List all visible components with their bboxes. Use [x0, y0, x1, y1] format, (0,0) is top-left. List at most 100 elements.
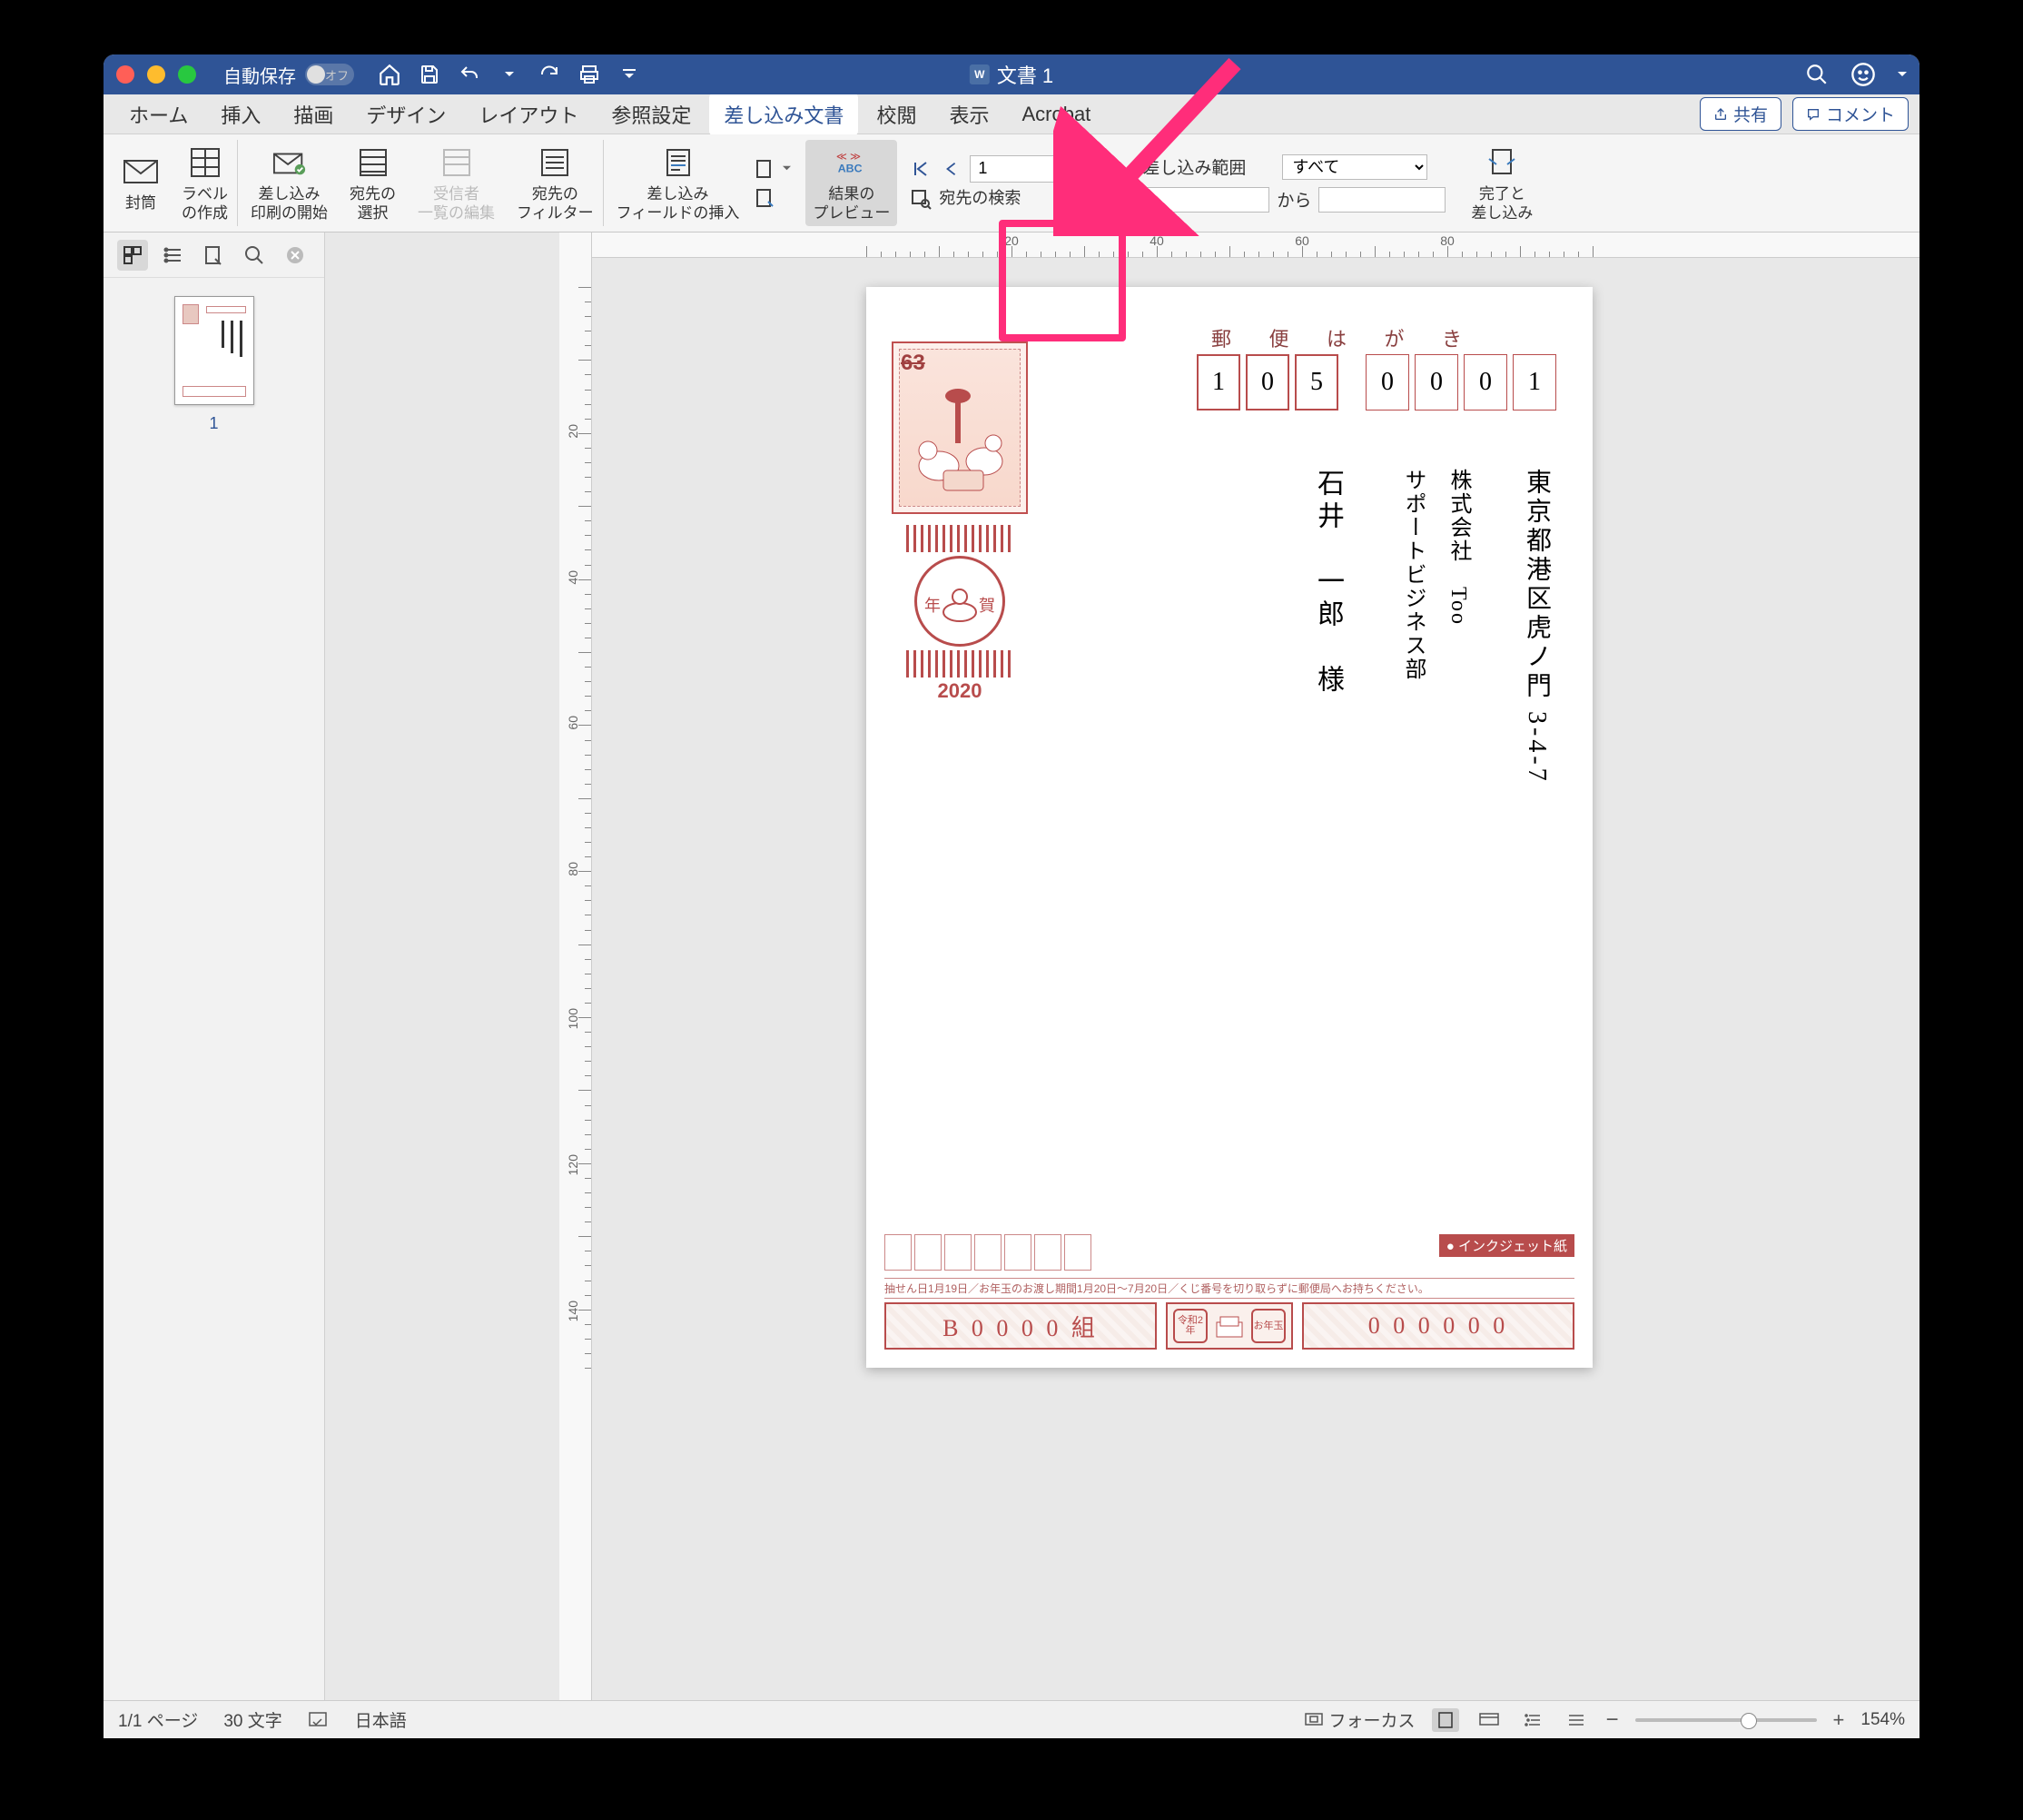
autosave-toggle[interactable]: 自動保存 オフ	[223, 62, 354, 88]
document-title: W 文書 1	[970, 60, 1053, 89]
edit-recipients-icon	[438, 143, 476, 182]
tab-view[interactable]: 表示	[934, 93, 1003, 136]
rules-icon	[752, 156, 777, 182]
filter-icon	[536, 143, 574, 182]
thumbnail-page-number: 1	[209, 414, 218, 433]
page-count[interactable]: 1/1 ページ	[118, 1707, 198, 1732]
recipient-zip: 1 0 5 0 0 0 1	[1197, 354, 1556, 410]
tab-layout[interactable]: レイアウト	[464, 93, 593, 136]
range-from-input[interactable]	[1142, 187, 1269, 213]
tab-design[interactable]: デザイン	[351, 93, 460, 136]
status-bar: 1/1 ページ 30 文字 日本語 フォーカス − + 154%	[104, 1700, 1919, 1738]
account-dropdown-icon[interactable]	[1898, 70, 1907, 79]
lottery-badges: 令和2年 お年玉	[1166, 1302, 1293, 1350]
canvas[interactable]: 20406080 20406080100120140 郵 便 は が き 1 0…	[325, 232, 1919, 1700]
svg-text:ABC: ABC	[838, 163, 863, 175]
tab-mailings[interactable]: 差し込み文書	[709, 93, 858, 136]
zip-digit: 0	[1246, 354, 1289, 410]
filter-recipients-button[interactable]: 宛先の フィルター	[508, 140, 604, 226]
close-pane-button[interactable]	[280, 240, 311, 271]
match-fields-button[interactable]	[752, 185, 791, 211]
select-recipients-button[interactable]: 宛先の 選択	[340, 140, 405, 226]
recipient-department: サポートビジネス部	[1397, 469, 1429, 681]
page: 郵 便 は が き 1 0 5 0 0 0 1 63	[866, 287, 1593, 1368]
inkjet-label: ● インクジェット紙	[1439, 1234, 1574, 1257]
qat-customize-icon[interactable]	[616, 61, 643, 88]
undo-icon[interactable]	[456, 61, 483, 88]
match-fields-icon	[752, 185, 777, 211]
tab-home[interactable]: ホーム	[114, 93, 202, 136]
vertical-ruler[interactable]: 20406080100120140	[559, 232, 592, 1700]
tab-draw[interactable]: 描画	[279, 93, 348, 136]
zoom-level[interactable]: 154%	[1860, 1710, 1905, 1730]
quick-access-toolbar	[376, 61, 643, 88]
review-pane-button[interactable]	[198, 240, 229, 271]
traffic-lights	[116, 65, 196, 84]
prev-record-button[interactable]	[939, 156, 964, 182]
undo-dropdown-icon[interactable]	[496, 61, 523, 88]
word-count[interactable]: 30 文字	[223, 1707, 281, 1732]
merge-range-label: 差し込み範囲	[1142, 154, 1246, 179]
stamp-area: 63	[892, 341, 1028, 514]
save-icon[interactable]	[416, 61, 443, 88]
zoom-in-button[interactable]: +	[1833, 1708, 1845, 1732]
insert-merge-field-button[interactable]: 差し込み フィールドの挿入	[607, 140, 749, 226]
zip-digit: 1	[1197, 354, 1240, 410]
focus-mode-button[interactable]: フォーカス	[1304, 1707, 1416, 1732]
page-thumbnail[interactable]	[174, 296, 254, 405]
first-record-button[interactable]	[908, 156, 933, 182]
finish-merge-button[interactable]: 完了と 差し込み	[1462, 140, 1542, 226]
thumbnails-view-button[interactable]	[117, 240, 148, 271]
tab-insert[interactable]: 挿入	[206, 93, 275, 136]
minimize-window-button[interactable]	[147, 65, 165, 84]
tab-acrobat[interactable]: Acrobat	[1007, 95, 1105, 134]
zip-digit: 0	[1366, 354, 1409, 410]
insert-field-icon	[659, 143, 697, 182]
tab-review[interactable]: 校閲	[862, 93, 931, 136]
zip-digit: 0	[1415, 354, 1458, 410]
account-icon[interactable]	[1850, 62, 1876, 87]
zoom-out-button[interactable]: −	[1606, 1707, 1619, 1733]
lottery-row: B 0 0 0 0 組 令和2年 お年玉 0 0 0 0 0 0	[884, 1302, 1574, 1350]
recipient-name: 石井 一郎 様	[1308, 469, 1347, 697]
close-window-button[interactable]	[116, 65, 134, 84]
merge-range-select[interactable]: すべて	[1282, 154, 1427, 180]
start-merge-button[interactable]: 差し込み 印刷の開始	[242, 140, 337, 226]
print-icon[interactable]	[576, 61, 603, 88]
outline-view-button[interactable]	[1519, 1708, 1546, 1732]
spellcheck-icon[interactable]	[308, 1711, 330, 1729]
redo-icon[interactable]	[536, 61, 563, 88]
last-record-button[interactable]	[1093, 156, 1119, 182]
print-layout-view-button[interactable]	[1432, 1708, 1459, 1732]
web-layout-view-button[interactable]	[1475, 1708, 1503, 1732]
recipient-address: 東京都港区虎ノ門 3-4-7	[1518, 469, 1554, 785]
language-indicator[interactable]: 日本語	[355, 1707, 407, 1732]
ribbon: 封筒 ラベル の作成 差し込み 印刷の開始 宛先の 選択 受信者 一覧の編集 宛…	[104, 134, 1919, 232]
start-merge-icon	[271, 143, 309, 182]
svg-text:≪ ≫: ≪ ≫	[836, 152, 861, 163]
finish-icon	[1483, 143, 1521, 182]
edit-recipients-button: 受信者 一覧の編集	[409, 140, 504, 226]
draft-view-button[interactable]	[1563, 1708, 1590, 1732]
zoom-slider[interactable]	[1635, 1718, 1817, 1722]
preview-results-button[interactable]: ≪ ≫ABC 結果の プレビュー	[805, 140, 897, 226]
labels-button[interactable]: ラベル の作成	[173, 140, 238, 226]
comment-button[interactable]: コメント	[1792, 97, 1909, 131]
postcard-header: 郵 便 は が き	[1211, 323, 1478, 352]
toggle-switch[interactable]: オフ	[305, 64, 354, 85]
share-button[interactable]: 共有	[1700, 97, 1781, 131]
maximize-window-button[interactable]	[178, 65, 196, 84]
find-recipient-button[interactable]: 宛先の検索	[908, 186, 1119, 212]
envelope-button[interactable]: 封筒	[113, 140, 169, 226]
horizontal-ruler[interactable]: 20406080	[592, 232, 1919, 258]
range-to-input[interactable]	[1318, 187, 1446, 213]
next-record-button[interactable]	[1062, 156, 1088, 182]
tab-references[interactable]: 参照設定	[597, 93, 706, 136]
rules-button[interactable]	[752, 156, 791, 182]
search-icon[interactable]	[1805, 63, 1829, 86]
ribbon-tabs: ホーム 挿入 描画 デザイン レイアウト 参照設定 差し込み文書 校閲 表示 A…	[104, 94, 1919, 134]
record-number-input[interactable]	[970, 155, 1057, 183]
home-icon[interactable]	[376, 61, 403, 88]
find-button[interactable]	[239, 240, 270, 271]
headings-view-button[interactable]	[158, 240, 189, 271]
